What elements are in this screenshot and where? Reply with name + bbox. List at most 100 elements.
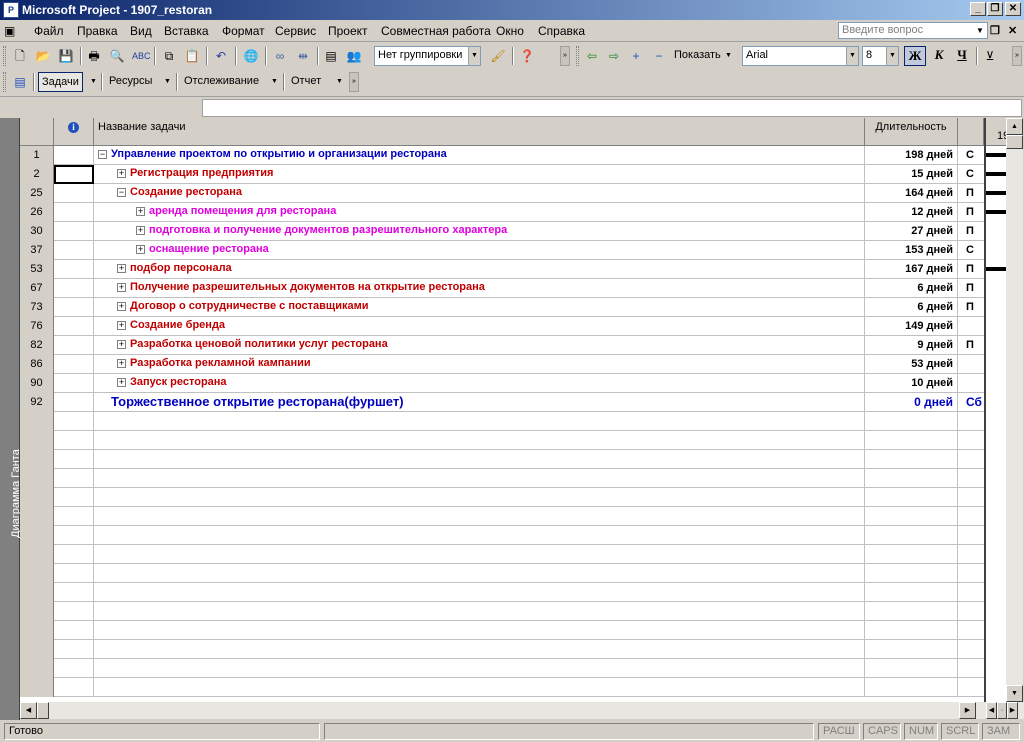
duration-cell[interactable] (865, 450, 958, 469)
task-name-cell[interactable]: + Договор о сотрудничестве с поставщиками (94, 298, 865, 317)
font-select[interactable]: Arial ▼ (742, 46, 859, 66)
task-name-cell[interactable]: + подготовка и получение документов разре… (94, 222, 865, 241)
chevron-down-icon[interactable]: ▼ (468, 47, 480, 65)
task-name-cell[interactable]: − Управление проектом по открытию и орган… (94, 146, 865, 165)
table-horizontal-scrollbar[interactable]: ◀ ▶ (20, 702, 984, 719)
chevron-down-icon[interactable]: ▼ (725, 52, 732, 59)
task-name-cell[interactable]: − Создание ресторана (94, 184, 865, 203)
guide-tracking-button[interactable]: Отслеживание (181, 72, 262, 92)
task-name[interactable]: подбор персонала (130, 262, 232, 274)
duration-cell[interactable] (865, 602, 958, 621)
indicator-cell[interactable] (54, 507, 94, 526)
scroll-left-button[interactable]: ◀ (20, 702, 37, 719)
guide-toggle-icon[interactable]: ▤ (12, 74, 28, 90)
start-cell[interactable]: П (958, 298, 984, 317)
start-cell[interactable]: П (958, 279, 984, 298)
duration-cell[interactable]: 149 дней (865, 317, 958, 336)
start-cell[interactable] (958, 412, 984, 431)
project-icon[interactable]: P (3, 2, 19, 18)
table-row[interactable]: 86 + Разработка рекламной кампании 53 дней (20, 355, 984, 374)
indicator-cell[interactable] (54, 203, 94, 222)
indicator-cell[interactable] (54, 393, 94, 412)
table-row[interactable]: 92 Торжественное открытие ресторана(фурше… (20, 393, 984, 412)
duration-cell[interactable]: 10 дней (865, 374, 958, 393)
table-row[interactable] (20, 450, 984, 469)
table-row[interactable]: 76 + Создание бренда 149 дней (20, 317, 984, 336)
gantt-bar[interactable] (986, 153, 1006, 157)
indicator-cell[interactable] (54, 450, 94, 469)
expand-icon[interactable]: + (117, 169, 126, 178)
task-name[interactable]: Торжественное открытие ресторана(фуршет) (111, 394, 404, 409)
duration-cell[interactable] (865, 564, 958, 583)
guide-report-button[interactable]: Отчет (288, 72, 324, 92)
row-id[interactable]: 25 (20, 184, 54, 203)
task-name-cell[interactable] (94, 469, 865, 488)
table-row[interactable] (20, 678, 984, 697)
table-row[interactable]: 26 + аренда помещения для ресторана 12 дней… (20, 203, 984, 222)
menu-project[interactable]: Проект (328, 24, 368, 38)
table-row[interactable]: 1 − Управление проектом по открытию и орга… (20, 146, 984, 165)
chevron-down-icon[interactable]: ▼ (976, 26, 984, 35)
duration-cell[interactable]: 15 дней (865, 165, 958, 184)
task-name-cell[interactable]: + Разработка рекламной кампании (94, 355, 865, 374)
format-painter-icon[interactable]: 🖌 (490, 48, 506, 64)
guide-tasks-button[interactable]: Задачи (38, 72, 83, 92)
indicator-cell[interactable] (54, 678, 94, 697)
table-row[interactable]: 82 + Разработка ценовой политики услуг рес… (20, 336, 984, 355)
expand-icon[interactable]: + (117, 378, 126, 387)
help-icon[interactable]: ❓ (519, 48, 535, 64)
table-row[interactable]: 37 + оснащение ресторана 153 дней С (20, 241, 984, 260)
start-cell[interactable] (958, 602, 984, 621)
expand-icon[interactable]: + (117, 321, 126, 330)
collapse-icon[interactable]: − (117, 188, 126, 197)
start-cell[interactable] (958, 659, 984, 678)
row-id[interactable] (20, 469, 54, 488)
scroll-thumb[interactable] (1006, 135, 1023, 149)
indicator-cell[interactable] (54, 184, 94, 203)
task-name-cell[interactable]: + Создание бренда (94, 317, 865, 336)
name-header[interactable]: Название задачи (94, 118, 865, 146)
task-name[interactable]: Запуск ресторана (130, 376, 227, 388)
close-button[interactable]: ✕ (1005, 2, 1021, 16)
indicators-header[interactable]: i (54, 118, 94, 146)
gantt-bar[interactable] (986, 191, 1006, 195)
toolbar-grip[interactable] (3, 46, 6, 66)
task-name-cell[interactable] (94, 507, 865, 526)
indicator-cell[interactable] (54, 374, 94, 393)
scroll-down-button[interactable]: ▼ (1006, 685, 1023, 702)
duration-header[interactable]: Длительность (865, 118, 958, 146)
font-size-select[interactable]: 8 ▼ (862, 46, 899, 66)
table-row[interactable]: 53 + подбор персонала 167 дней П (20, 260, 984, 279)
duration-cell[interactable]: 0 дней (865, 393, 958, 412)
start-cell[interactable]: П (958, 203, 984, 222)
task-name[interactable]: аренда помещения для ресторана (149, 205, 336, 217)
row-id[interactable] (20, 431, 54, 450)
start-cell[interactable]: С (958, 146, 984, 165)
start-header[interactable] (958, 118, 984, 146)
row-id[interactable]: 26 (20, 203, 54, 222)
task-name-cell[interactable]: + Разработка ценовой политики услуг ресто… (94, 336, 865, 355)
task-name-cell[interactable] (94, 564, 865, 583)
start-cell[interactable] (958, 469, 984, 488)
duration-cell[interactable] (865, 488, 958, 507)
indicator-cell[interactable] (54, 146, 94, 165)
duration-cell[interactable] (865, 507, 958, 526)
row-id[interactable]: 82 (20, 336, 54, 355)
row-id[interactable] (20, 621, 54, 640)
gantt-horizontal-scrollbar[interactable]: ◀ · ▶ (984, 702, 1024, 719)
duration-cell[interactable]: 27 дней (865, 222, 958, 241)
table-row[interactable] (20, 469, 984, 488)
row-id[interactable]: 1 (20, 146, 54, 165)
scroll-right-button[interactable]: ▶ (959, 702, 976, 719)
indicator-cell[interactable] (54, 336, 94, 355)
chevron-down-icon[interactable]: ▼ (164, 78, 171, 85)
gantt-bar[interactable] (986, 210, 1006, 214)
scroll-right-button[interactable]: ▶ (1007, 702, 1018, 719)
select-all-corner[interactable] (20, 118, 54, 146)
task-name-cell[interactable] (94, 678, 865, 697)
row-id[interactable] (20, 507, 54, 526)
table-row[interactable]: 73 + Договор о сотрудничестве с поставщика… (20, 298, 984, 317)
expand-icon[interactable]: + (136, 226, 145, 235)
indicator-cell[interactable] (54, 621, 94, 640)
row-id[interactable] (20, 659, 54, 678)
